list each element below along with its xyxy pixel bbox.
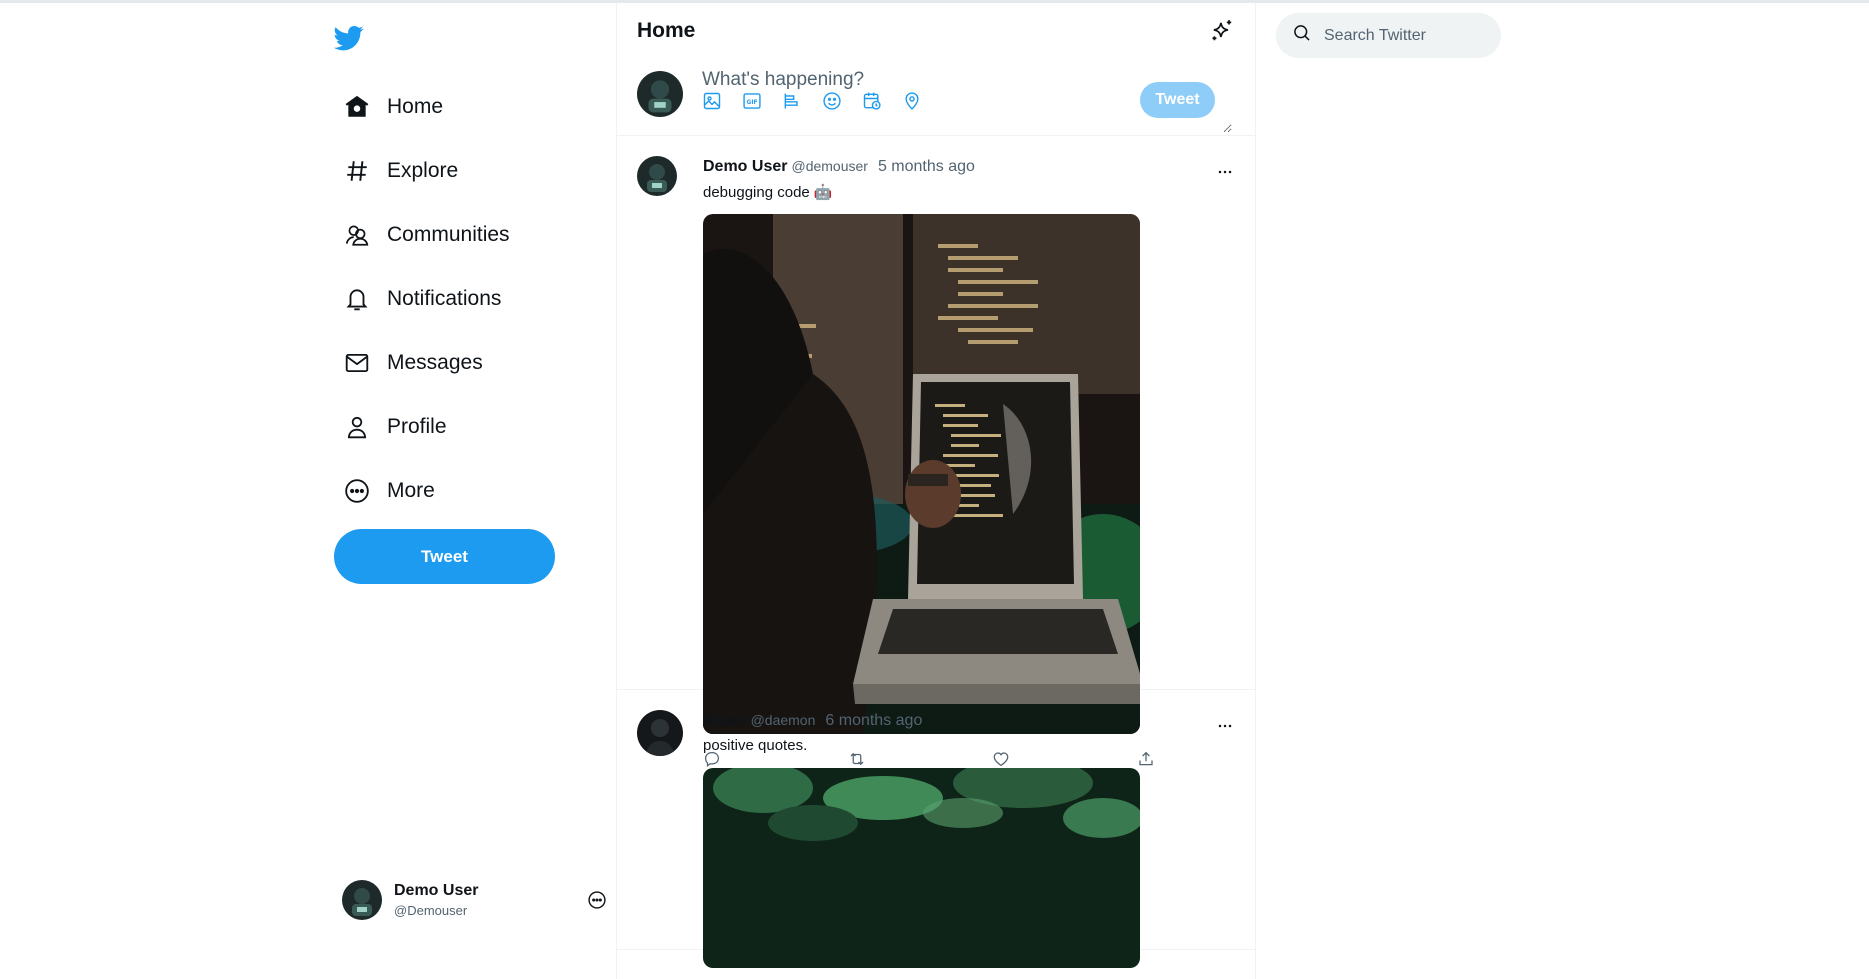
tweet-card[interactable]: Demo User @demouser 5 months ago debuggi… — [617, 136, 1255, 767]
tweet-header: Klaus @daemon 6 months ago — [703, 712, 922, 730]
primary-nav: Home Explore Communities Notifications M… — [334, 75, 616, 523]
home-icon — [334, 75, 382, 139]
nav-explore[interactable]: Explore — [334, 139, 616, 203]
hashtag-icon — [334, 139, 382, 203]
tweet-author-name[interactable]: Klaus — [703, 712, 747, 730]
more-horizontal-icon[interactable] — [1215, 716, 1235, 736]
more-circle-icon — [334, 459, 382, 523]
nav-more[interactable]: More — [334, 459, 616, 523]
avatar — [637, 71, 683, 117]
avatar[interactable] — [637, 156, 677, 196]
timeline-column: Home GIF — [616, 3, 1256, 979]
search-bar[interactable] — [1276, 13, 1501, 58]
nav-home-label: Home — [387, 95, 444, 118]
composer-toolbar: GIF — [702, 89, 942, 113]
tweet-image[interactable] — [703, 214, 1140, 734]
more-horizontal-icon[interactable] — [1215, 162, 1235, 182]
person-icon — [334, 395, 382, 459]
nav-profile[interactable]: Profile — [334, 395, 616, 459]
tweet-text: debugging code 🤖 — [703, 184, 833, 201]
tweet-header: Demo User @demouser 5 months ago — [703, 158, 975, 176]
tweet-author-handle[interactable]: @demouser — [791, 158, 867, 174]
location-icon[interactable] — [902, 89, 942, 113]
nav-communities[interactable]: Communities — [334, 203, 616, 267]
nav-notifications-label: Notifications — [387, 287, 502, 310]
nav-more-label: More — [387, 479, 435, 502]
tweet-timestamp[interactable]: 5 months ago — [878, 158, 975, 176]
nav-profile-label: Profile — [387, 415, 447, 438]
schedule-icon[interactable] — [862, 89, 902, 113]
sidebar-tweet-button[interactable]: Tweet — [334, 529, 555, 584]
svg-text:GIF: GIF — [747, 100, 758, 106]
tweet-author-name[interactable]: Demo User — [703, 158, 787, 176]
account-name: Demo User — [394, 882, 479, 899]
account-handle: @Demouser — [394, 903, 468, 918]
search-icon — [1292, 23, 1312, 48]
tweet-timestamp[interactable]: 6 months ago — [825, 712, 922, 730]
nav-home[interactable]: Home — [334, 75, 616, 139]
nav-notifications[interactable]: Notifications — [334, 267, 616, 331]
bell-icon — [334, 267, 382, 331]
nav-messages-label: Messages — [387, 351, 483, 374]
avatar — [342, 880, 382, 920]
tweet-text: positive quotes. — [703, 737, 808, 754]
communities-icon — [334, 203, 382, 267]
nav-messages[interactable]: Messages — [334, 331, 616, 395]
poll-icon[interactable] — [782, 89, 822, 113]
tweet-image[interactable] — [703, 768, 1140, 968]
gif-icon[interactable]: GIF — [742, 89, 782, 113]
search-input[interactable] — [1324, 26, 1494, 45]
emoji-icon[interactable] — [822, 89, 862, 113]
envelope-icon — [334, 331, 382, 395]
image-icon[interactable] — [702, 89, 742, 113]
tweet-card[interactable]: Klaus @daemon 6 months ago positive quot… — [617, 690, 1255, 968]
tweet-author-handle[interactable]: @daemon — [751, 712, 816, 728]
compose-tweet-button[interactable]: Tweet — [1140, 82, 1215, 118]
account-switcher[interactable]: Demo User @Demouser — [342, 875, 607, 925]
account-more-icon[interactable] — [587, 890, 607, 910]
nav-communities-label: Communities — [387, 223, 510, 246]
twitter-bird-icon[interactable] — [333, 23, 364, 53]
avatar[interactable] — [637, 710, 683, 756]
sidebar: Home Explore Communities Notifications M… — [333, 3, 616, 979]
nav-explore-label: Explore — [387, 159, 459, 182]
